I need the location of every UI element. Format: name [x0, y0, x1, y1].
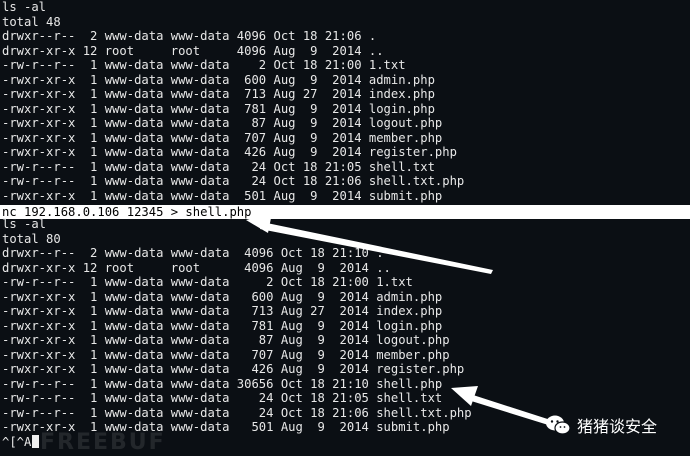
terminal-line: -rw-r--r-- 1 www-data www-data 2 Oct 18 … — [2, 58, 406, 72]
watermark: FREEBUF — [40, 430, 166, 455]
terminal-line: drwxr--r-- 2 www-data www-data 4096 Oct … — [2, 246, 384, 260]
terminal-line: -rwxr-xr-x 1 www-data www-data 426 Aug 9… — [2, 362, 465, 376]
terminal-line: -rwxr-xr-x 1 www-data www-data 713 Aug 2… — [2, 304, 443, 318]
terminal-output-block-1: ls -al total 48 drwxr--r-- 2 www-data ww… — [0, 0, 690, 203]
terminal-line: drwxr-xr-x 12 root root 4096 Aug 9 2014 … — [2, 43, 384, 58]
terminal-line: -rw-r--r-- 1 www-data www-data 2 Oct 18 … — [2, 275, 413, 289]
channel-name: 猪猪谈安全 — [577, 417, 658, 436]
terminal-line: ls -al — [2, 217, 47, 231]
terminal-window[interactable]: ls -al total 48 drwxr--r-- 2 www-data ww… — [0, 0, 690, 456]
terminal-line: drwxr--r-- 2 www-data www-data 4096 Oct … — [2, 29, 377, 43]
terminal-line: -rwxr-xr-x 1 www-data www-data 600 Aug 9… — [2, 72, 435, 87]
terminal-line: -rwxr-xr-x 1 www-data www-data 87 Aug 9 … — [2, 333, 450, 347]
wechat-icon — [546, 415, 571, 435]
terminal-line: drwxr-xr-x 12 root root 4096 Aug 9 2014 … — [2, 260, 391, 275]
prompt-text: ^[^A — [2, 434, 32, 449]
terminal-line: -rwxr-xr-x 1 www-data www-data 707 Aug 9… — [2, 347, 450, 362]
terminal-line: -rwxr-xr-x 1 www-data www-data 781 Aug 9… — [2, 101, 435, 116]
terminal-line: -rw-r--r-- 1 www-data www-data 24 Oct 18… — [2, 174, 465, 188]
terminal-line: -rwxr-xr-x 1 www-data www-data 501 Aug 9… — [2, 188, 443, 203]
block-cursor-icon — [32, 434, 40, 448]
terminal-line: -rw-r--r-- 1 www-data www-data 24 Oct 18… — [2, 391, 443, 405]
terminal-line: -rwxr-xr-x 1 www-data www-data 713 Aug 2… — [2, 87, 435, 101]
terminal-line: -rw-r--r-- 1 www-data www-data 30656 Oct… — [2, 376, 443, 391]
terminal-line: total 80 — [2, 231, 61, 246]
terminal-line: -rwxr-xr-x 1 www-data www-data 426 Aug 9… — [2, 145, 457, 159]
terminal-line: total 48 — [2, 14, 61, 29]
terminal-line: -rwxr-xr-x 1 www-data www-data 600 Aug 9… — [2, 289, 443, 304]
terminal-line: -rwxr-xr-x 1 www-data www-data 707 Aug 9… — [2, 130, 443, 145]
channel-badge: 猪猪谈安全 — [545, 410, 685, 440]
terminal-line: -rwxr-xr-x 1 www-data www-data 781 Aug 9… — [2, 318, 443, 333]
terminal-line: -rw-r--r-- 1 www-data www-data 24 Oct 18… — [2, 159, 435, 174]
terminal-line: -rwxr-xr-x 1 www-data www-data 87 Aug 9 … — [2, 116, 443, 130]
terminal-line: ls -al — [2, 0, 47, 14]
